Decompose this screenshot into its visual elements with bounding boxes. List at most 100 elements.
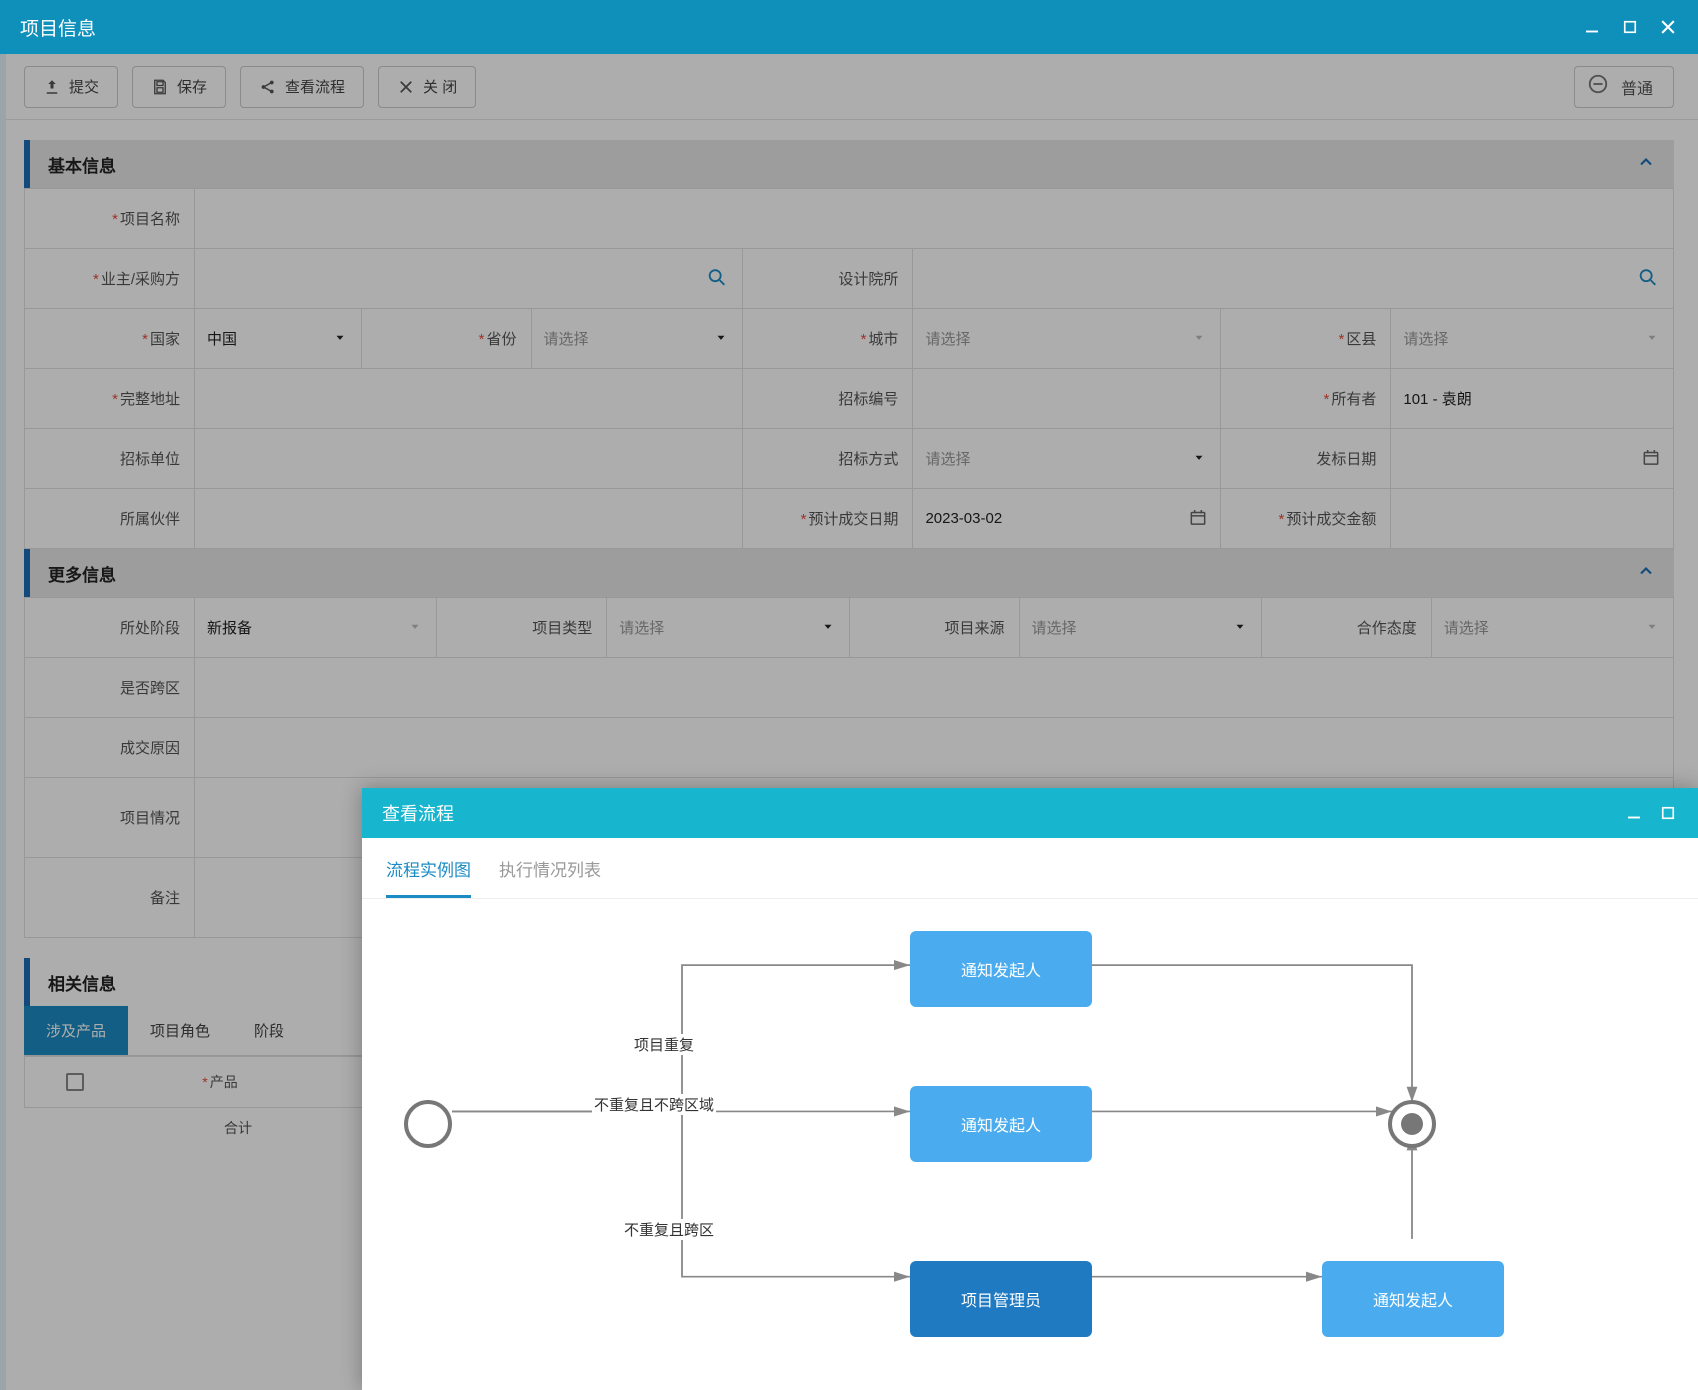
lbl-attitude: 合作态度 <box>1357 620 1417 637</box>
flow-node-notify-1[interactable]: 通知发起人 <box>910 931 1092 1007</box>
chevron-up-icon <box>1636 561 1656 586</box>
submit-button[interactable]: 提交 <box>24 66 118 108</box>
view-flow-modal: 查看流程 流程实例图 执行情况列表 通知发 <box>362 788 1698 1390</box>
input-project-name[interactable] <box>195 189 1674 249</box>
col-product: 产品 <box>210 1074 238 1090</box>
left-strip <box>0 54 6 1390</box>
chevron-up-icon <box>1636 152 1656 177</box>
flow-node-notify-3[interactable]: 通知发起人 <box>1322 1261 1504 1337</box>
close-icon[interactable] <box>1658 17 1678 37</box>
edge-label-nodup-region: 不重复且跨区 <box>622 1219 716 1240</box>
input-partner[interactable] <box>195 489 743 549</box>
modal-tab-diagram[interactable]: 流程实例图 <box>386 856 471 898</box>
input-owner[interactable]: 101 - 袁朗 <box>1391 369 1674 429</box>
lookup-owner-buyer[interactable] <box>195 249 743 309</box>
save-label: 保存 <box>177 76 207 97</box>
select-all-checkbox[interactable] <box>66 1073 84 1091</box>
caret-down-icon <box>714 330 728 347</box>
close-button[interactable]: 关 闭 <box>378 66 476 108</box>
select-city[interactable]: 请选择 <box>913 309 1221 369</box>
maximize-icon[interactable] <box>1620 17 1640 37</box>
lbl-partner: 所属伙伴 <box>120 511 180 528</box>
modal-title: 查看流程 <box>382 800 454 826</box>
caret-down-icon <box>408 619 422 636</box>
window-titlebar: 项目信息 <box>0 0 1698 54</box>
lbl-design-institute: 设计院所 <box>838 271 898 288</box>
section-basic-header[interactable]: 基本信息 <box>24 140 1674 188</box>
section-more-header[interactable]: 更多信息 <box>24 549 1674 597</box>
caret-down-icon <box>1192 330 1206 347</box>
level-label: 普通 <box>1621 75 1653 99</box>
calendar-icon <box>1188 507 1208 530</box>
select-bid-method[interactable]: 请选择 <box>913 429 1221 489</box>
caret-down-icon <box>1645 330 1659 347</box>
level-chip[interactable]: 普通 <box>1574 66 1674 108</box>
grid-total: 合计 <box>224 1118 252 1138</box>
lbl-full-address: 完整地址 <box>120 391 180 408</box>
select-country[interactable]: 中国 <box>195 309 362 369</box>
lbl-issue-date: 发标日期 <box>1316 451 1376 468</box>
flow-node-admin[interactable]: 项目管理员 <box>910 1261 1092 1337</box>
section-related-title: 相关信息 <box>48 970 116 995</box>
input-est-deal-amount[interactable] <box>1391 489 1674 549</box>
view-flow-button[interactable]: 查看流程 <box>240 66 364 108</box>
val-est-deal-date: 2023-03-02 <box>925 510 1002 527</box>
val-country: 中国 <box>207 328 237 349</box>
lbl-deal-reason: 成交原因 <box>120 740 180 757</box>
edge-label-nodup-noregion: 不重复且不跨区域 <box>592 1094 716 1115</box>
input-bid-no[interactable] <box>913 369 1221 429</box>
flow-end-node <box>1388 1100 1436 1148</box>
toolbar: 提交 保存 查看流程 关 闭 普通 <box>0 54 1698 120</box>
modal-maximize-icon[interactable] <box>1658 803 1678 823</box>
caret-down-icon <box>1645 619 1659 636</box>
lbl-bid-method: 招标方式 <box>838 451 898 468</box>
flow-canvas: 通知发起人 通知发起人 项目管理员 通知发起人 项目重复 不重复且不跨区域 不重… <box>362 899 1698 1390</box>
window-title: 项目信息 <box>20 14 96 41</box>
select-province[interactable]: 请选择 <box>531 309 743 369</box>
lbl-project-type: 项目类型 <box>532 620 592 637</box>
minimize-icon[interactable] <box>1582 17 1602 37</box>
tab-products[interactable]: 涉及产品 <box>24 1006 128 1055</box>
date-est-deal[interactable]: 2023-03-02 <box>913 489 1221 549</box>
lbl-bid-unit: 招标单位 <box>120 451 180 468</box>
tab-stage[interactable]: 阶段 <box>232 1006 306 1055</box>
lbl-owner: 所有者 <box>1331 391 1376 408</box>
lookup-design-institute[interactable] <box>913 249 1674 309</box>
minus-circle-icon <box>1587 73 1609 100</box>
lbl-project-situation: 项目情况 <box>120 810 180 827</box>
input-full-address[interactable] <box>195 369 743 429</box>
modal-titlebar: 查看流程 <box>362 788 1698 838</box>
edge-label-dup: 项目重复 <box>632 1034 696 1055</box>
lbl-stage: 所处阶段 <box>120 620 180 637</box>
caret-down-icon <box>821 619 835 636</box>
input-deal-reason[interactable] <box>195 718 1674 778</box>
date-issue-date[interactable] <box>1391 429 1674 489</box>
lbl-province: 省份 <box>487 331 517 348</box>
select-project-type[interactable]: 请选择 <box>607 598 849 658</box>
save-button[interactable]: 保存 <box>132 66 226 108</box>
lbl-project-source: 项目来源 <box>944 620 1004 637</box>
select-stage[interactable]: 新报备 <box>195 598 437 658</box>
lbl-remark: 备注 <box>150 890 180 907</box>
caret-down-icon <box>1192 450 1206 467</box>
view-flow-label: 查看流程 <box>285 76 345 97</box>
select-attitude[interactable]: 请选择 <box>1431 598 1673 658</box>
lbl-country: 国家 <box>150 331 180 348</box>
modal-tab-exec[interactable]: 执行情况列表 <box>499 856 601 898</box>
save-icon <box>151 78 169 96</box>
tab-roles[interactable]: 项目角色 <box>128 1006 232 1055</box>
modal-minimize-icon[interactable] <box>1624 803 1644 823</box>
val-stage: 新报备 <box>207 617 252 638</box>
select-district[interactable]: 请选择 <box>1391 309 1674 369</box>
caret-down-icon <box>1233 619 1247 636</box>
search-icon <box>1637 266 1659 291</box>
caret-down-icon <box>333 330 347 347</box>
section-basic-title: 基本信息 <box>48 152 116 177</box>
select-project-source[interactable]: 请选择 <box>1019 598 1261 658</box>
input-cross-region[interactable] <box>195 658 1674 718</box>
flow-node-notify-2[interactable]: 通知发起人 <box>910 1086 1092 1162</box>
modal-tabs: 流程实例图 执行情况列表 <box>362 838 1698 899</box>
lbl-est-deal-date: 预计成交日期 <box>808 511 898 528</box>
input-bid-unit[interactable] <box>195 429 743 489</box>
lbl-district: 区县 <box>1346 331 1376 348</box>
